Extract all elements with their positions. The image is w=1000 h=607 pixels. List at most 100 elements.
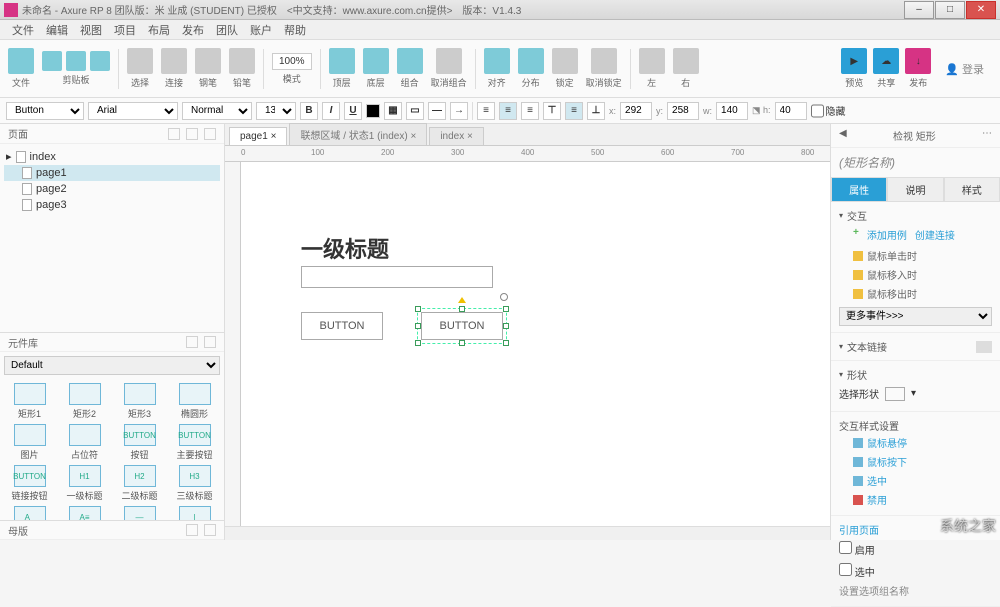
align-r-button[interactable]: ≡ [521,102,539,120]
menu-project[interactable]: 项目 [108,22,142,38]
paste-icon[interactable] [90,51,110,71]
widget-item[interactable]: 矩形3 [114,383,165,420]
widget-item[interactable]: |垂直线 [169,506,220,520]
maximize-button[interactable]: □ [935,1,965,19]
lib-menu-icon[interactable] [186,336,198,348]
group-icon[interactable] [397,48,423,74]
tree-page3[interactable]: page3 [4,197,220,213]
close-button[interactable]: ✕ [966,1,996,19]
font-select[interactable]: Arial [88,102,178,120]
copy-icon[interactable] [66,51,86,71]
menu-publish[interactable]: 发布 [176,22,210,38]
bold-button[interactable]: B [300,102,318,120]
publish-icon[interactable]: ↓ [905,48,931,74]
tab-index[interactable]: index × [429,127,484,145]
color-button[interactable] [366,104,380,118]
selected-checkbox[interactable] [839,563,852,576]
menu-edit[interactable]: 编辑 [40,22,74,38]
style-selected[interactable]: 选中 [839,471,992,490]
weight-select[interactable]: Normal [182,102,252,120]
unlock-icon[interactable] [591,48,617,74]
enable-checkbox[interactable] [839,541,852,554]
tab-region[interactable]: 联想区域 / 状态1 (index) × [289,123,427,145]
menu-team[interactable]: 团队 [210,22,244,38]
shape-type-select[interactable]: Button [6,102,84,120]
add-case-link[interactable]: 添加用例 [867,227,907,242]
connect-tool[interactable] [161,48,187,74]
master-search-icon[interactable] [204,524,216,536]
valign-t-button[interactable]: ⊤ [543,102,561,120]
widget-item[interactable]: 矩形1 [4,383,55,420]
size-select[interactable]: 13 [256,102,296,120]
canvas-button-2[interactable]: BUTTON [421,312,503,340]
widget-item[interactable]: 占位符 [59,424,110,461]
widget-item[interactable]: BUTTON主要按钮 [169,424,220,461]
preview-icon[interactable]: ▶ [841,48,867,74]
align-l-button[interactable]: ≡ [477,102,495,120]
canvas-heading[interactable]: 一级标题 [301,232,389,264]
widget-item[interactable]: H2二级标题 [114,465,165,502]
widget-item[interactable]: —水平线 [114,506,165,520]
widget-item[interactable]: 图片 [4,424,55,461]
align-icon[interactable] [484,48,510,74]
pencil-tool[interactable] [229,48,255,74]
add-folder-icon[interactable] [186,128,198,140]
tree-page1[interactable]: page1 [4,165,220,181]
y-input[interactable] [667,102,699,120]
fill-button[interactable]: ▦ [384,102,402,120]
menu-file[interactable]: 文件 [6,22,40,38]
widget-item[interactable]: H3三级标题 [169,465,220,502]
hidden-checkbox[interactable] [811,102,824,120]
line-button[interactable]: — [428,102,446,120]
tree-page2[interactable]: page2 [4,181,220,197]
style-hover[interactable]: 鼠标悬停 [839,433,992,452]
border-button[interactable]: ▭ [406,102,424,120]
widget-item[interactable]: 椭圆形 [169,383,220,420]
cut-icon[interactable] [42,51,62,71]
tab-page1[interactable]: page1 × [229,127,287,145]
scrollbar-horizontal[interactable] [225,526,830,540]
align-c-button[interactable]: ≡ [499,102,517,120]
menu-help[interactable]: 帮助 [278,22,312,38]
zoom-select[interactable]: 100% [272,53,312,70]
lock-icon[interactable] [552,48,578,74]
w-input[interactable] [716,102,748,120]
menu-view[interactable]: 视图 [74,22,108,38]
h-input[interactable] [775,102,807,120]
insp-tab-notes[interactable]: 说明 [887,177,943,202]
widget-item[interactable]: 矩形2 [59,383,110,420]
underline-button[interactable]: U [344,102,362,120]
menu-layout[interactable]: 布局 [142,22,176,38]
event-mouseout[interactable]: 鼠标移出时 [839,284,992,303]
more-events-select[interactable]: 更多事件>>> [839,307,992,326]
insp-tab-style[interactable]: 样式 [944,177,1000,202]
front-icon[interactable] [329,48,355,74]
widget-item[interactable]: A≡文本段落 [59,506,110,520]
tree-root[interactable]: ▸ index [4,148,220,165]
search-icon[interactable] [204,128,216,140]
minimize-button[interactable]: – [904,1,934,19]
file-icon[interactable] [8,48,34,74]
shape-name-field[interactable]: (矩形名称) [831,148,1000,177]
valign-b-button[interactable]: ⊥ [587,102,605,120]
shape-picker[interactable] [885,387,905,401]
event-click[interactable]: 鼠标单击时 [839,246,992,265]
canvas[interactable]: 一级标题 BUTTON BUTTON [241,162,830,526]
ungroup-icon[interactable] [436,48,462,74]
canvas-input[interactable] [301,266,493,288]
ref-page-link[interactable]: 引用页面 [839,522,992,537]
add-master-icon[interactable] [186,524,198,536]
lib-search-icon[interactable] [204,336,216,348]
select-tool[interactable] [127,48,153,74]
widget-item[interactable]: A_文本标签 [4,506,55,520]
insp-tab-props[interactable]: 属性 [831,177,887,202]
pen-tool[interactable] [195,48,221,74]
widget-item[interactable]: BUTTON按钮 [114,424,165,461]
distribute-icon[interactable] [518,48,544,74]
widget-item[interactable]: H1一级标题 [59,465,110,502]
library-select[interactable]: Default [4,356,220,375]
arrow-button[interactable]: → [450,102,468,120]
align-right-icon[interactable] [673,48,699,74]
add-page-icon[interactable] [168,128,180,140]
login-button[interactable]: 👤 登录 [937,57,992,81]
